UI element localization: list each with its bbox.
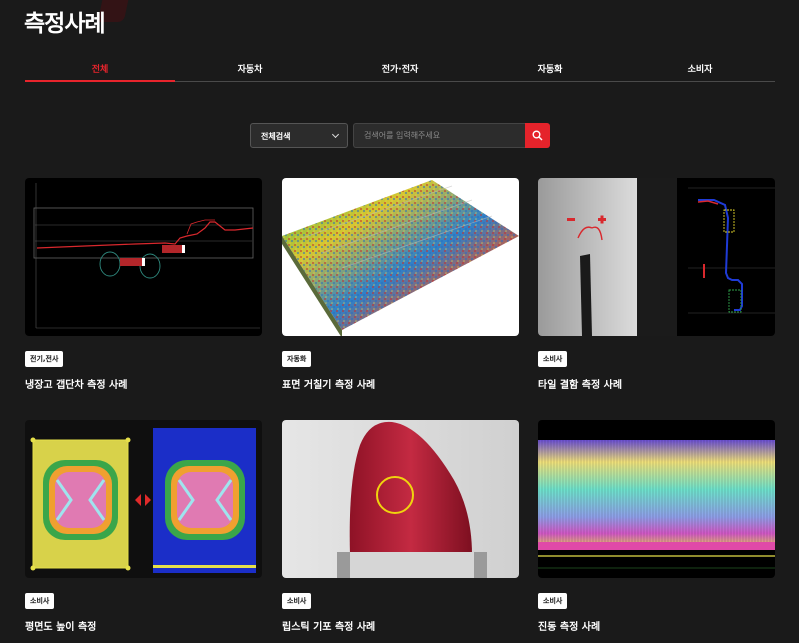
case-card[interactable]: 소비사 타일 결함 측정 사례: [538, 178, 775, 391]
case-thumbnail-gap-chart[interactable]: [25, 178, 262, 336]
case-title[interactable]: 타일 결함 측정 사례: [538, 376, 775, 391]
category-badge: 소비사: [538, 593, 568, 609]
category-badge: 전기,전사: [25, 351, 64, 367]
search-button[interactable]: [525, 123, 550, 148]
case-card[interactable]: 소비사 진동 측정 사례: [538, 420, 775, 633]
case-card[interactable]: 소비사 립스틱 기포 측정 사례: [282, 420, 519, 633]
search-scope-value: 전체검색: [261, 132, 291, 141]
case-title[interactable]: 진동 측정 사례: [538, 618, 775, 633]
tab-consumer[interactable]: 소비자: [625, 58, 775, 81]
tab-all[interactable]: 전체: [25, 58, 175, 82]
case-card[interactable]: 소비사 평면도 높이 측정: [25, 420, 262, 633]
category-badge: 자동화: [282, 351, 312, 367]
category-badge: 소비사: [538, 351, 568, 367]
tab-automation[interactable]: 자동화: [475, 58, 625, 81]
category-badge: 소비사: [25, 593, 55, 609]
case-thumbnail-lipstick[interactable]: [282, 420, 519, 578]
case-title[interactable]: 평면도 높이 측정: [25, 618, 262, 633]
case-thumbnail-tile-defect[interactable]: [538, 178, 775, 336]
case-thumbnail-surface-roughness[interactable]: [282, 178, 519, 336]
search-input[interactable]: [353, 123, 526, 148]
search-icon: [532, 130, 543, 141]
case-title[interactable]: 냉장고 갭단차 측정 사례: [25, 376, 262, 391]
case-thumbnail-vibration[interactable]: [538, 420, 775, 578]
case-card[interactable]: 자동화 표면 거칠기 측정 사례: [282, 178, 519, 391]
category-tabs: 전체 자동차 전가·전자 자동화 소비자: [25, 58, 775, 82]
tab-automotive[interactable]: 자동차: [175, 58, 325, 81]
tab-electronics[interactable]: 전가·전자: [325, 58, 475, 81]
chevron-down-icon: [331, 130, 340, 139]
search-scope-select[interactable]: 전체검색: [250, 123, 348, 148]
case-title[interactable]: 표면 거칠기 측정 사례: [282, 376, 519, 391]
case-card[interactable]: 전기,전사 냉장고 갭단차 측정 사례: [25, 178, 262, 391]
case-title[interactable]: 립스틱 기포 측정 사례: [282, 618, 519, 633]
category-badge: 소비사: [282, 593, 312, 609]
case-thumbnail-flatness[interactable]: [25, 420, 262, 578]
page-title: 측정사례: [24, 11, 106, 37]
